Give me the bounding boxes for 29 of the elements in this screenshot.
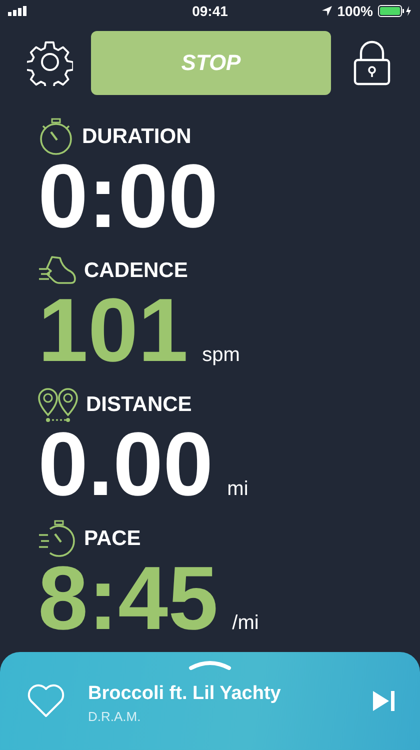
artist-name: D.R.A.M. (88, 708, 142, 724)
settings-icon[interactable] (27, 40, 73, 86)
metric-label: DISTANCE (86, 393, 192, 417)
metric-value: 101 (38, 287, 188, 375)
expand-handle-icon[interactable] (188, 660, 232, 670)
heart-icon[interactable] (26, 683, 66, 719)
stop-button[interactable]: STOP (91, 31, 331, 95)
metric-label: PACE (84, 527, 141, 551)
song-title: Broccoli ft. Lil Yachty (88, 682, 282, 704)
unit-label: /mi (232, 612, 259, 635)
player-bar[interactable]: Broccoli ft. Lil Yachty D.R.A.M. (0, 652, 420, 750)
lock-icon[interactable] (353, 40, 391, 86)
running-shoe-icon (38, 255, 76, 287)
map-pins-icon (38, 387, 78, 423)
battery-percent: 100% (337, 3, 373, 19)
battery-icon (378, 5, 412, 17)
unit-label: spm (202, 344, 240, 367)
metric-value: 8:45 (38, 555, 218, 643)
signal-icon (8, 6, 28, 16)
metric-value: 0:00 (38, 153, 218, 241)
location-arrow-icon (322, 6, 332, 16)
status-time: 09:41 (192, 3, 228, 19)
metric-label: DURATION (82, 125, 192, 149)
stopwatch-icon (38, 118, 74, 156)
unit-label: mi (227, 478, 248, 501)
metric-label: CADENCE (84, 259, 188, 283)
metric-value: 0.00 (38, 421, 214, 509)
skip-next-icon[interactable] (372, 689, 396, 713)
stopwatch-icon (38, 520, 76, 558)
